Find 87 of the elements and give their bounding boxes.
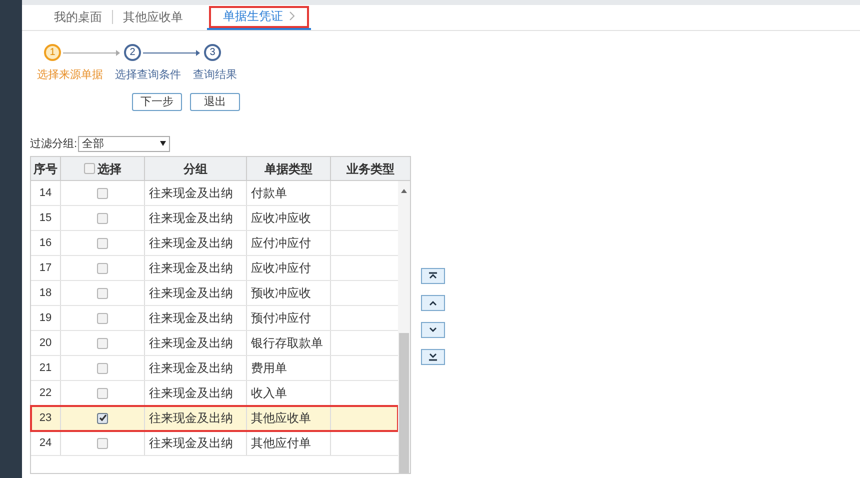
chevron-icon[interactable]	[289, 11, 295, 21]
table-cell: 往来现金及出纳	[145, 331, 247, 355]
scrollbar-thumb[interactable]	[399, 333, 409, 473]
column-header: 选择	[61, 157, 145, 180]
table-cell: 16	[31, 231, 61, 255]
action-button[interactable]: 退出	[190, 92, 240, 110]
table-cell: 其他应收单	[247, 406, 331, 430]
column-header: 单据类型	[247, 157, 331, 180]
checkbox[interactable]	[97, 188, 108, 198]
step-number: 3	[204, 44, 221, 61]
table-cell: 应收冲应收	[247, 206, 331, 230]
checkbox[interactable]	[97, 212, 108, 224]
filter-dropdown[interactable]: 全部	[78, 136, 170, 152]
column-header: 业务类型	[346, 160, 396, 178]
move-bottom-icon	[428, 353, 438, 361]
scroll-up-icon[interactable]	[401, 189, 407, 193]
table-row[interactable]: 15 往来现金及出纳 应收冲应收	[31, 206, 398, 231]
scrollbar[interactable]	[398, 181, 410, 473]
filter-label: 过滤分组:	[30, 136, 78, 152]
table-row[interactable]: 20 往来现金及出纳 银行存取款单	[31, 331, 398, 356]
table-cell: 21	[31, 356, 61, 380]
move-down-icon	[428, 326, 438, 334]
move-bottom-button[interactable]	[421, 349, 445, 365]
table-cell: 付款单	[247, 181, 331, 205]
checkbox[interactable]	[97, 388, 108, 398]
step-label: 查询结果	[193, 68, 237, 83]
tab[interactable]: 我的桌面	[44, 4, 112, 30]
checkbox[interactable]	[97, 238, 108, 248]
column-header: 分组	[145, 157, 247, 180]
checkbox[interactable]	[97, 362, 108, 374]
table-cell: 往来现金及出纳	[145, 231, 247, 255]
table-row[interactable]: 23 往来现金及出纳 其他应收单	[31, 406, 398, 431]
step-label: 选择来源单据	[37, 68, 103, 83]
action-button[interactable]: 下一步	[132, 92, 182, 110]
step-label: 选择查询条件	[115, 68, 181, 83]
table-cell: 其他应付单	[247, 431, 331, 455]
table-cell: 往来现金及出纳	[145, 356, 247, 380]
checkbox[interactable]	[97, 262, 108, 274]
table-cell: 23	[31, 406, 61, 430]
table-row[interactable]: 22 往来现金及出纳 收入单	[31, 381, 398, 406]
column-header: 序号	[31, 157, 61, 180]
dropdown-arrow-icon	[160, 141, 166, 146]
move-down-button[interactable]	[421, 322, 445, 338]
table-cell: 往来现金及出纳	[145, 256, 247, 280]
checkbox[interactable]	[97, 438, 108, 448]
table-cell: 预付冲应付	[247, 306, 331, 330]
table-cell: 应收冲应付	[247, 256, 331, 280]
table-row[interactable]: 17 往来现金及出纳 应收冲应付	[31, 256, 398, 281]
table-cell: 往来现金及出纳	[145, 306, 247, 330]
table-row[interactable]: 24 往来现金及出纳 其他应付单	[31, 431, 398, 456]
table-cell: 往来现金及出纳	[145, 431, 247, 455]
step-number: 2	[124, 44, 141, 61]
checkbox[interactable]	[97, 312, 108, 324]
table-row[interactable]: 18 往来现金及出纳 预收冲应收	[31, 281, 398, 306]
table-cell: 19	[31, 306, 61, 330]
table-cell: 费用单	[247, 356, 331, 380]
table-cell: 往来现金及出纳	[145, 181, 247, 205]
table-cell: 银行存取款单	[247, 331, 331, 355]
checkbox[interactable]	[97, 288, 108, 298]
table-cell: 20	[31, 331, 61, 355]
arrow-icon	[63, 48, 122, 56]
table-cell: 18	[31, 281, 61, 305]
checkbox[interactable]	[84, 163, 94, 174]
table-row[interactable]: 14 往来现金及出纳 付款单	[31, 181, 398, 206]
table-row[interactable]: 19 往来现金及出纳 预付冲应付	[31, 306, 398, 331]
table-cell: 往来现金及出纳	[145, 281, 247, 305]
move-top-button[interactable]	[421, 268, 445, 284]
tab[interactable]: 其他应收单	[113, 4, 193, 30]
tab[interactable]: 单据生凭证	[207, 4, 311, 30]
table-cell: 24	[31, 431, 61, 455]
table-cell: 应付冲应付	[247, 231, 331, 255]
table-cell: 14	[31, 181, 61, 205]
step-number: 1	[44, 44, 61, 61]
table-row[interactable]: 21 往来现金及出纳 费用单	[31, 356, 398, 381]
arrow-icon	[143, 48, 202, 56]
table-cell: 15	[31, 206, 61, 230]
table-cell: 预收冲应收	[247, 281, 331, 305]
move-up-icon	[428, 299, 438, 307]
move-up-button[interactable]	[421, 295, 445, 311]
move-top-icon	[428, 272, 438, 280]
table-cell: 往来现金及出纳	[145, 406, 247, 430]
table-row[interactable]: 16 往来现金及出纳 应付冲应付	[31, 231, 398, 256]
checkmark-icon	[98, 414, 106, 422]
checkbox[interactable]	[97, 412, 108, 424]
table-cell: 往来现金及出纳	[145, 206, 247, 230]
table-cell: 17	[31, 256, 61, 280]
checkbox[interactable]	[97, 338, 108, 348]
